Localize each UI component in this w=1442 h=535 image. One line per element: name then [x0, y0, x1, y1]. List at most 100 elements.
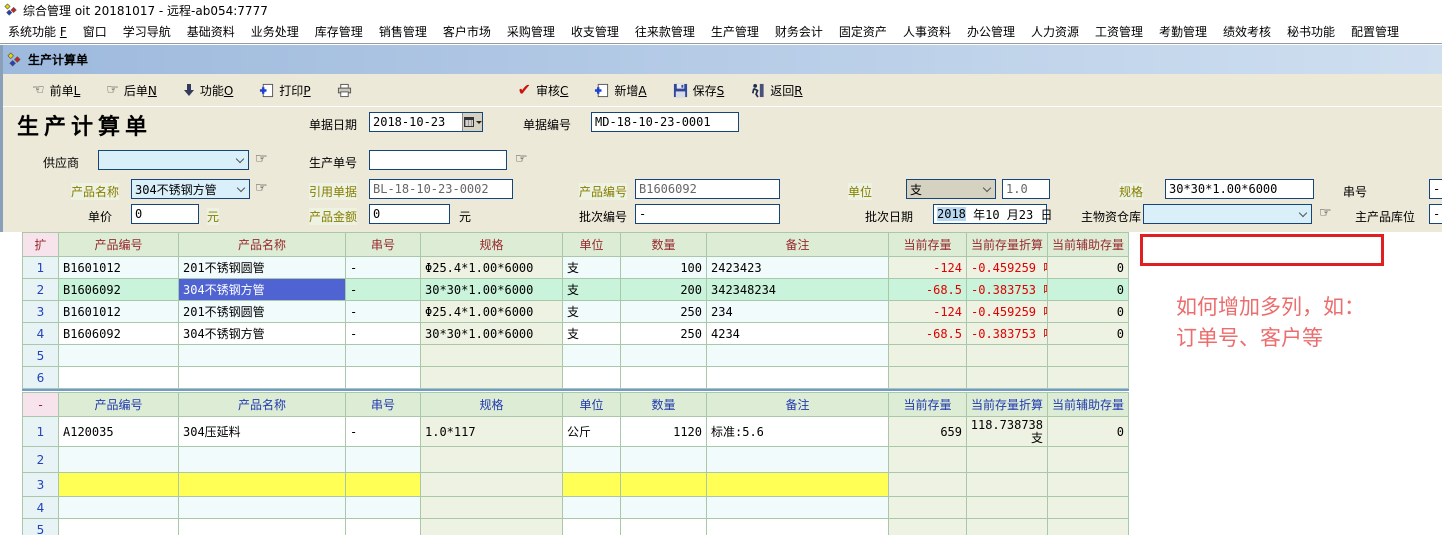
table-cell[interactable] [421, 367, 563, 389]
table-cell[interactable] [59, 447, 179, 473]
table-cell[interactable]: 342348234 [707, 279, 889, 301]
table-cell[interactable] [421, 497, 563, 519]
prev-doc-button[interactable]: ☜ 前单L [27, 79, 85, 102]
prod-order-input[interactable] [369, 150, 507, 170]
table-cell[interactable] [1048, 345, 1129, 367]
table-cell[interactable]: 201不锈钢圆管 [179, 257, 346, 279]
table-cell[interactable]: Φ25.4*1.00*6000 [421, 257, 563, 279]
table-cell[interactable] [563, 345, 621, 367]
table-cell[interactable] [346, 473, 421, 497]
table-cell[interactable]: 0 [1048, 417, 1129, 447]
table-cell[interactable]: 标准:5.6 [707, 417, 889, 447]
menu-item[interactable]: 固定资产 [831, 23, 895, 40]
table-cell[interactable] [1048, 497, 1129, 519]
row-number-cell[interactable]: 6 [23, 367, 59, 389]
table-cell[interactable] [707, 497, 889, 519]
menu-item[interactable]: 系统功能 F [0, 23, 75, 40]
table-cell[interactable]: -0.459259 吨 [967, 301, 1048, 323]
table-cell[interactable] [563, 367, 621, 389]
menu-item[interactable]: 财务会计 [767, 23, 831, 40]
table-cell[interactable]: 0 [1048, 323, 1129, 345]
table-cell[interactable]: -0.383753 吨 [967, 279, 1048, 301]
table-cell[interactable] [1048, 447, 1129, 473]
menu-item[interactable]: 工资管理 [1087, 23, 1151, 40]
table-cell[interactable]: -124 [889, 301, 967, 323]
table-cell[interactable] [967, 519, 1048, 535]
table-cell[interactable] [59, 519, 179, 535]
table-cell[interactable] [179, 519, 346, 535]
table-cell[interactable]: - [346, 301, 421, 323]
table-cell[interactable]: 0 [1048, 279, 1129, 301]
table-cell[interactable] [59, 367, 179, 389]
menu-item[interactable]: 销售管理 [371, 23, 435, 40]
product-amount-input[interactable] [369, 204, 450, 224]
menu-item[interactable]: 业务处理 [243, 23, 307, 40]
batch-date-field[interactable]: 2018 年10 月23 日 [933, 204, 1047, 224]
add-button[interactable]: 新增A [589, 79, 651, 102]
menu-item[interactable]: 人事资料 [895, 23, 959, 40]
table-cell[interactable] [563, 497, 621, 519]
function-button[interactable]: 功能O [178, 79, 238, 102]
unit-factor-input[interactable] [1002, 179, 1050, 199]
unit-price-input[interactable] [131, 204, 199, 224]
table-cell[interactable]: 200 [621, 279, 707, 301]
table-cell[interactable] [563, 473, 621, 497]
table-cell[interactable]: 4234 [707, 323, 889, 345]
menu-item[interactable]: 配置管理 [1343, 23, 1407, 40]
table-cell[interactable]: -124 [889, 257, 967, 279]
row-number-cell[interactable]: 2 [23, 279, 59, 301]
row-number-cell[interactable]: 3 [23, 301, 59, 323]
spec-input[interactable] [1165, 179, 1314, 199]
serial-input[interactable] [1429, 179, 1442, 199]
table-cell[interactable]: 0 [1048, 257, 1129, 279]
menu-item[interactable]: 生产管理 [703, 23, 767, 40]
table-cell[interactable] [179, 367, 346, 389]
table-cell[interactable] [889, 473, 967, 497]
table-cell[interactable] [889, 367, 967, 389]
table-cell[interactable] [421, 519, 563, 535]
row-number-cell[interactable]: 4 [23, 497, 59, 519]
table-cell[interactable]: -68.5 [889, 279, 967, 301]
table-cell[interactable]: A120035 [59, 417, 179, 447]
row-number-cell[interactable]: 1 [23, 417, 59, 447]
row-number-cell[interactable]: 5 [23, 519, 59, 535]
table-cell[interactable]: 支 [563, 301, 621, 323]
row-number-cell[interactable]: 4 [23, 323, 59, 345]
doc-date-field[interactable]: 2018-10-23 [369, 112, 483, 132]
menu-item[interactable]: 人力资源 [1023, 23, 1087, 40]
table-cell[interactable] [563, 447, 621, 473]
product-lookup-hand-icon[interactable]: ☞ [255, 180, 268, 196]
table-cell[interactable] [179, 447, 346, 473]
audit-button[interactable]: ✔ 审核C [513, 79, 574, 102]
table-cell[interactable] [621, 345, 707, 367]
table-cell[interactable] [59, 497, 179, 519]
table-cell[interactable]: - [346, 257, 421, 279]
table-cell[interactable] [421, 345, 563, 367]
table-cell[interactable]: 100 [621, 257, 707, 279]
table-cell[interactable] [1048, 473, 1129, 497]
table-cell[interactable]: - [346, 323, 421, 345]
table-cell[interactable]: 1120 [621, 417, 707, 447]
row-number-cell[interactable]: 2 [23, 447, 59, 473]
product-code-input[interactable] [635, 179, 780, 199]
table-cell[interactable] [707, 473, 889, 497]
table-cell[interactable]: B1606092 [59, 279, 179, 301]
menu-item[interactable]: 收支管理 [563, 23, 627, 40]
menu-item[interactable]: 窗口 [75, 23, 115, 40]
table-cell[interactable]: B1606092 [59, 323, 179, 345]
menu-item[interactable]: 学习导航 [115, 23, 179, 40]
table-cell[interactable] [967, 345, 1048, 367]
menu-item[interactable]: 秘书功能 [1279, 23, 1343, 40]
menu-item[interactable]: 客户市场 [435, 23, 499, 40]
calendar-button[interactable] [462, 113, 482, 131]
table-cell[interactable] [179, 345, 346, 367]
warehouse-lookup-hand-icon[interactable]: ☞ [1319, 205, 1332, 221]
table-cell[interactable]: B1601012 [59, 257, 179, 279]
supplier-lookup-hand-icon[interactable]: ☞ [255, 151, 268, 167]
table-cell[interactable]: -0.383753 吨 [967, 323, 1048, 345]
main-warehouse-combo[interactable] [1143, 204, 1312, 224]
unit-combo[interactable]: 支 [906, 179, 996, 199]
doc-no-input[interactable] [591, 112, 739, 132]
table-cell[interactable] [889, 519, 967, 535]
table-cell[interactable] [1048, 519, 1129, 535]
